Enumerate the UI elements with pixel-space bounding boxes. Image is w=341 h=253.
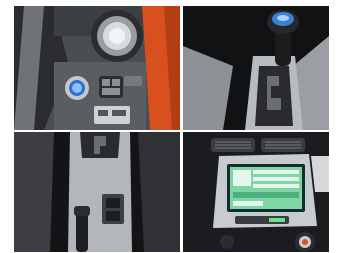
start-button-icon xyxy=(65,76,89,100)
photo-navigation-screen xyxy=(183,132,329,252)
photo-dashboard-vent xyxy=(14,6,180,130)
photo-shift-lever xyxy=(183,6,329,130)
air-vent-icon xyxy=(91,10,143,62)
photo-center-console xyxy=(14,132,180,252)
nav-screen-icon xyxy=(227,164,305,212)
